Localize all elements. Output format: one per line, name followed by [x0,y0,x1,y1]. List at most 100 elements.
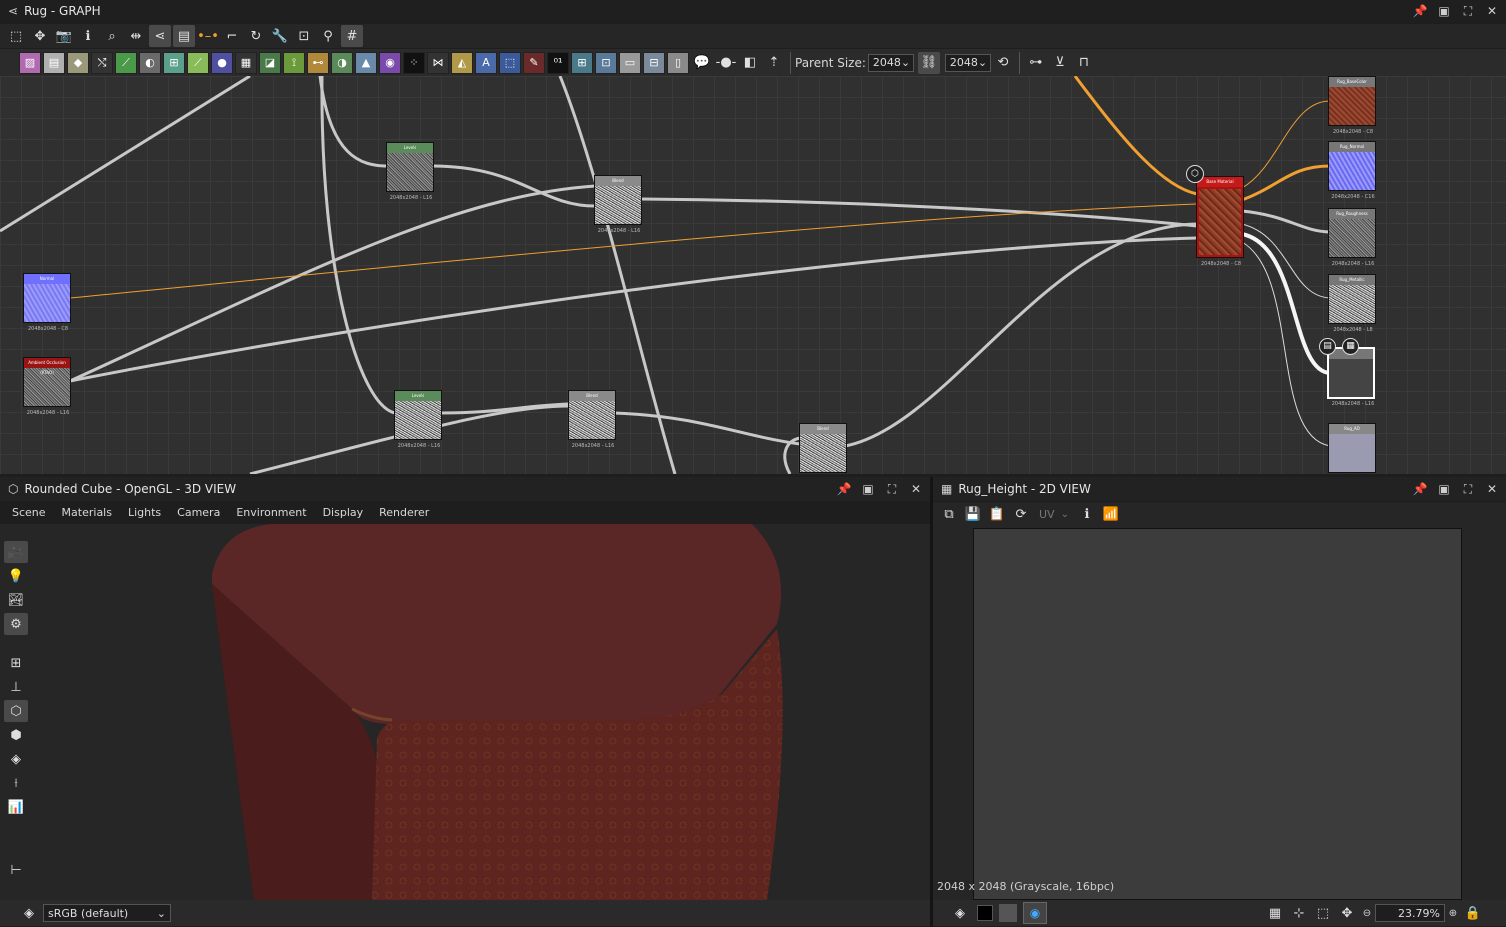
tangent-tool-icon[interactable]: ⟊ [4,772,28,794]
dot-node-icon[interactable]: -●- [715,52,737,74]
pin-icon[interactable]: 📌 [834,479,854,499]
restore-icon[interactable]: ▣ [1434,1,1454,21]
zoom-field[interactable]: 23.79% [1375,904,1445,922]
menu-environment[interactable]: Environment [228,502,314,524]
shuffle-node-icon[interactable]: ⤭ [91,51,113,74]
environment-tool-icon[interactable]: 🏞 [4,589,28,611]
fx-node-icon[interactable]: ⊷ [307,51,329,74]
connect-icon[interactable]: ⌐ [221,25,243,47]
checker-bg-icon[interactable] [999,904,1017,922]
pan-icon[interactable]: ✥ [29,25,51,47]
blend-node[interactable]: Blend 2048x2048 - L16 [594,175,642,234]
menu-renderer[interactable]: Renderer [371,502,437,524]
output-roughness-node[interactable]: Rug_Roughness 2048x2048 - L16 [1328,208,1376,267]
text-node-icon[interactable]: A [475,51,497,74]
output-normal-node[interactable]: Rug_Normal 2048x2048 - C16 [1328,141,1376,200]
reset-size-icon[interactable]: ⟲ [992,52,1014,74]
viewport-2d[interactable]: 2048 x 2048 (Grayscale, 16bpc) [933,526,1506,900]
clean-icon[interactable]: ⚲ [317,25,339,47]
maximize-icon[interactable]: ⛶ [882,479,902,499]
pin-icon[interactable]: 📌 [1410,1,1430,21]
fxmap-icon[interactable]: ⊡ [595,51,617,74]
close-icon[interactable]: ✕ [906,479,926,499]
refresh-icon[interactable]: ⟳ [1010,503,1032,525]
noise-node-icon[interactable]: ⁘ [403,51,425,74]
camera-tool-icon[interactable]: 🎥 [4,541,28,563]
graph-node-icon[interactable]: ▯ [667,51,689,74]
pin-node-icon[interactable]: ⇡ [763,52,785,74]
blend-node-3[interactable]: Blend [799,423,847,473]
copy-view-icon[interactable]: ⧉ [938,503,960,525]
parent-size-height-select[interactable]: 2048 ⌄ [944,53,991,72]
black-bg-icon[interactable] [977,905,993,921]
value-node-icon[interactable]: ⁰¹ [547,51,569,74]
search-icon[interactable]: ⌕ [101,25,123,47]
close-icon[interactable]: ✕ [1482,1,1502,21]
close-icon[interactable]: ✕ [1482,479,1502,499]
bitmap-node-icon[interactable]: ▨ [19,51,41,74]
base-material-node[interactable]: Base Material 2048x2048 - C8 [1196,176,1244,267]
snap-grid-icon[interactable]: # [341,25,363,47]
blend-node-icon[interactable]: ◐ [139,51,161,74]
pin-icon[interactable]: 📌 [1410,479,1430,499]
menu-materials[interactable]: Materials [54,502,120,524]
rgb-channel-icon[interactable]: ◉ [1023,902,1047,924]
restore-icon[interactable]: ▣ [1434,479,1454,499]
stats-tool-icon[interactable]: 📊 [4,796,28,818]
levels-node[interactable]: Levels 2048x2048 - L16 [386,142,434,201]
hierarchy-tool-icon[interactable]: ⊢ [4,859,28,881]
output-ao-node[interactable]: Rug_AO [1328,423,1376,473]
channels-icon[interactable]: ◈ [949,902,971,924]
warp-node-icon[interactable]: ⊞ [163,51,185,74]
color-wheel-icon[interactable]: ◉ [379,51,401,74]
svg-node-icon[interactable]: ▤ [43,51,65,74]
cube-tool-icon[interactable]: ⬡ [4,700,28,722]
uv-dropdown[interactable]: UV [1039,508,1055,521]
publish-icon[interactable]: ⊡ [293,25,315,47]
paint-node-icon[interactable]: ✎ [523,51,545,74]
frame-all-icon[interactable]: ⬚ [5,25,27,47]
curve-node-icon[interactable]: ⟋ [115,51,137,74]
tile-node-icon[interactable]: ▦ [235,51,257,74]
pixel-processor-icon[interactable]: ⊞ [571,51,593,74]
layout-icon[interactable]: ⋖ [149,25,171,47]
node-graph-canvas[interactable]: Levels 2048x2048 - L16 Blend 2048x2048 -… [0,76,1506,474]
drop-node-icon[interactable]: ◆ [67,51,89,74]
crop-node-icon[interactable]: ⬚ [499,51,521,74]
comment-icon[interactable]: ▤ [173,25,195,47]
mirror-node-icon[interactable]: ◭ [451,51,473,74]
light-tool-icon[interactable]: 💡 [4,565,28,587]
circle-node-icon[interactable]: ● [211,51,233,74]
frame-node-icon[interactable]: ◧ [739,52,761,74]
gradient-node-icon[interactable]: ⟋ [187,51,209,74]
fill-node-icon[interactable]: ◪ [259,51,281,74]
link-size-icon[interactable]: ⛓ [917,51,940,74]
ambient-occlusion-node[interactable]: Ambient Occlusion (RTAO) 2048x2048 - L16 [23,357,71,416]
camera-icon[interactable]: 📷 [53,25,75,47]
align-horizontal-icon[interactable]: ⊶ [1025,52,1047,74]
menu-display[interactable]: Display [315,502,372,524]
restore-icon[interactable]: ▣ [858,479,878,499]
info-icon[interactable]: ℹ [77,25,99,47]
distribute-icon[interactable]: ⊓ [1073,52,1095,74]
colorspace-select[interactable]: sRGB (default) ⌄ [43,904,171,922]
save-icon[interactable]: 💾 [962,503,984,525]
clipboard-icon[interactable]: 📋 [986,503,1008,525]
layers-tool-icon[interactable]: ◈ [4,748,28,770]
output-basecolor-node[interactable]: Rug_BaseColor 2048x2048 - C8 [1328,76,1376,135]
menu-scene[interactable]: Scene [4,502,54,524]
grid-tool-icon[interactable]: ⊞ [4,652,28,674]
fit-icon[interactable]: ⬚ [1312,902,1334,924]
maximize-icon[interactable]: ⛶ [1458,1,1478,21]
align-vertical-icon[interactable]: ⊻ [1049,52,1071,74]
input-node-icon[interactable]: ▭ [619,51,641,74]
parent-size-width-select[interactable]: 2048 ⌄ [867,53,914,72]
histogram-node-icon[interactable]: ▲ [355,51,377,74]
wrench-icon[interactable]: 🔧 [269,25,291,47]
history-icon[interactable]: ↻ [245,25,267,47]
axis-tool-icon[interactable]: ⊥ [4,676,28,698]
settings-tool-icon[interactable]: ⚙ [4,613,28,635]
comment-node-icon[interactable]: 💬 [691,52,713,74]
menu-lights[interactable]: Lights [120,502,169,524]
menu-camera[interactable]: Camera [169,502,228,524]
